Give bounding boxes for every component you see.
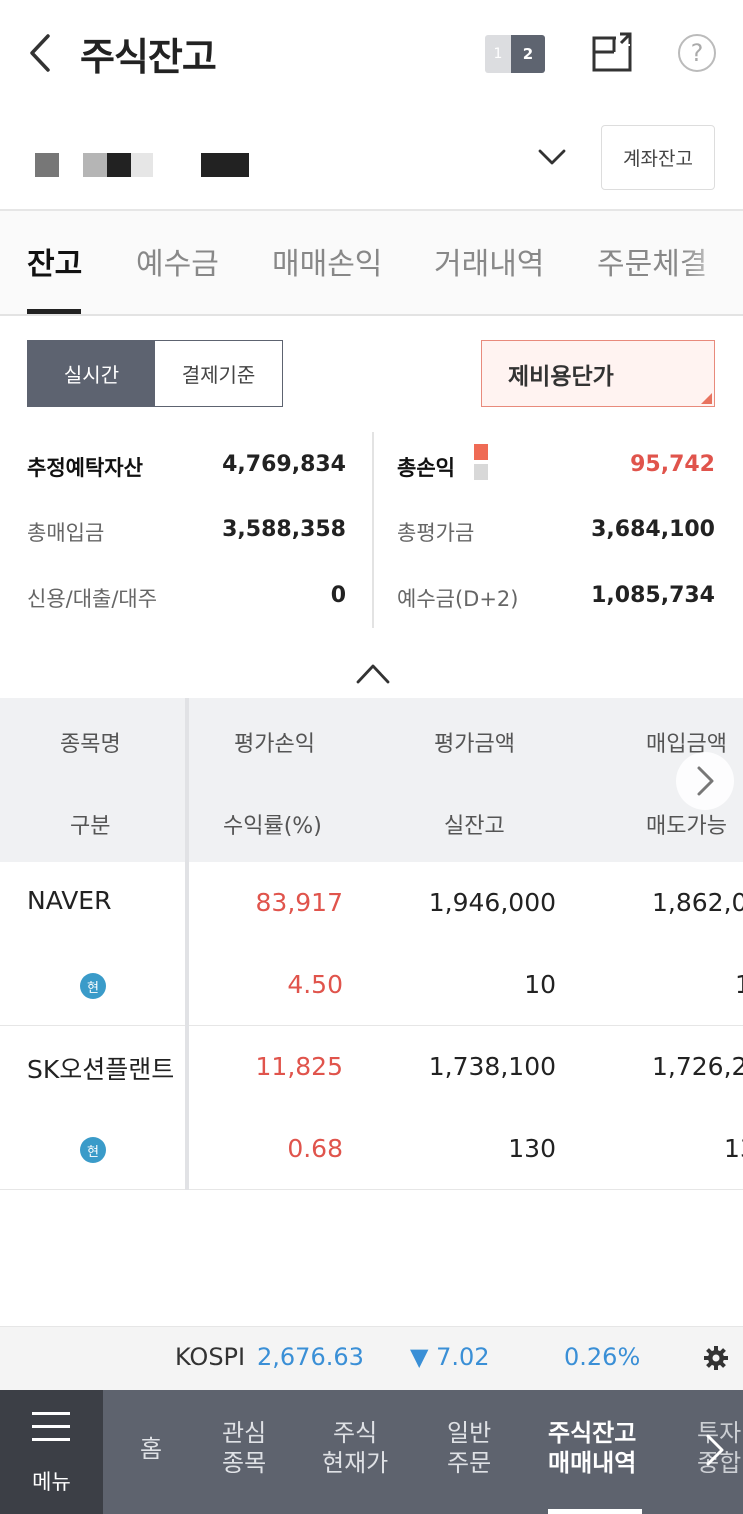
gear-icon[interactable] — [703, 1345, 729, 1371]
masked-account-number — [35, 153, 265, 179]
chevron-up-icon[interactable] — [355, 660, 391, 686]
corner-triangle-icon — [701, 393, 712, 404]
col-header-sellable: 매도가능 — [646, 814, 727, 839]
price-basis-label: 제비용단가 — [508, 363, 614, 390]
qty-value: 130 — [508, 1134, 556, 1163]
menu-button[interactable]: 메뉴 — [0, 1390, 103, 1514]
bottom-navigation: 메뉴 홈 관심 종목 주식 현재가 일반 주문 주식잔고 매매내역 투자 종합 — [0, 1390, 743, 1514]
credit-label: 신용/대출/대주 — [27, 587, 158, 611]
tab-bar: 잔고 예수금 매매손익 거래내역 주문체결 — [0, 211, 743, 316]
table-row[interactable]: NAVER 현 83,917 4.50 1,946,000 10 — [0, 862, 743, 1026]
tab-transactions[interactable]: 거래내역 — [434, 239, 544, 283]
col-header-qty: 실잔고 — [444, 814, 505, 839]
eval-pl-value: 83,917 — [255, 888, 343, 917]
screen-2-option[interactable]: 2 — [511, 35, 545, 73]
pl-indicator-icon — [474, 444, 488, 480]
deposit-d2-label: 예수금(D+2) — [397, 587, 519, 611]
total-pl-value: 95,742 — [630, 452, 715, 477]
chevron-right-icon — [697, 766, 714, 796]
total-eval-value: 3,684,100 — [591, 517, 715, 542]
index-name: KOSPI — [175, 1343, 246, 1371]
est-assets-value: 4,769,834 — [222, 452, 346, 477]
nav-scroll-right-icon[interactable] — [700, 1430, 730, 1470]
holdings-table-header: 종목명 평가손익 평가금액 매입금액 구분 수익률(%) 실잔고 매도가능 — [0, 698, 743, 862]
active-tab-indicator — [27, 309, 81, 314]
return-pct-value: 4.50 — [287, 970, 343, 999]
col-header-return: 수익률(%) — [223, 814, 322, 839]
tab-deposit[interactable]: 예수금 — [136, 239, 219, 283]
credit-value: 0 — [330, 583, 346, 608]
est-assets-label: 추정예탁자산 — [27, 456, 143, 480]
price-basis-selector[interactable]: 제비용단가 — [481, 340, 715, 407]
help-icon[interactable]: ? — [678, 34, 716, 72]
balance-summary: 추정예탁자산 4,769,834 총매입금 3,588,358 신용/대출/대주… — [0, 430, 743, 630]
tab-balance[interactable]: 잔고 — [27, 239, 82, 283]
total-pl-label: 총손익 — [397, 456, 455, 480]
deposit-d2-value: 1,085,734 — [591, 583, 715, 608]
eval-amount-value: 1,738,100 — [428, 1052, 556, 1081]
back-arrow-icon[interactable] — [24, 30, 58, 76]
col-header-eval-amount: 평가금액 — [434, 732, 515, 757]
col-header-eval-pl: 평가손익 — [234, 732, 315, 757]
expand-window-icon[interactable] — [590, 30, 634, 74]
nav-home[interactable]: 홈 — [140, 1434, 162, 1464]
frozen-column-divider — [185, 698, 189, 1190]
nav-stock-price[interactable]: 주식 현재가 — [322, 1418, 388, 1478]
summary-divider — [372, 432, 374, 628]
chevron-down-icon[interactable] — [536, 145, 568, 169]
account-selector[interactable]: 계좌잔고 — [0, 105, 743, 211]
stock-name: NAVER — [27, 886, 112, 915]
nav-general-order[interactable]: 일반 주문 — [447, 1418, 491, 1478]
tab-trade-pl[interactable]: 매매손익 — [272, 239, 382, 283]
index-change: ▼ 7.02 — [410, 1343, 490, 1371]
eval-pl-value: 11,825 — [255, 1052, 343, 1081]
buy-total-value: 3,588,358 — [222, 517, 346, 542]
eval-amount-value: 1,946,000 — [428, 888, 556, 917]
screen-1-option[interactable]: 1 — [485, 35, 511, 73]
cash-badge: 현 — [80, 1137, 106, 1163]
account-balance-button[interactable]: 계좌잔고 — [601, 125, 715, 190]
table-row[interactable]: SK오션플랜트 현 11,825 0.68 1,738,100 130 — [0, 1026, 743, 1190]
total-eval-label: 총평가금 — [397, 521, 475, 545]
return-pct-value: 0.68 — [287, 1134, 343, 1163]
screen-split-toggle[interactable]: 1 2 — [485, 35, 545, 73]
col-header-name: 종목명 — [60, 732, 121, 757]
buy-total-label: 총매입금 — [27, 521, 105, 545]
index-change-pct: 0.26% — [564, 1343, 641, 1371]
active-nav-indicator — [548, 1509, 642, 1514]
page-title: 주식잔고 — [80, 35, 217, 79]
menu-label: 메뉴 — [32, 1470, 71, 1494]
index-value: 2,676.63 — [257, 1343, 364, 1371]
nav-balance-history[interactable]: 주식잔고 매매내역 — [548, 1418, 636, 1478]
hamburger-icon — [32, 1412, 70, 1451]
settlement-option[interactable]: 결제기준 — [155, 341, 282, 406]
tab-fade — [683, 211, 743, 311]
realtime-option[interactable]: 실시간 — [28, 341, 155, 406]
nav-watchlist[interactable]: 관심 종목 — [222, 1418, 266, 1478]
stock-name: SK오션플랜트 — [27, 1055, 175, 1084]
col-header-type: 구분 — [70, 814, 111, 839]
scroll-right-button[interactable] — [676, 752, 734, 810]
app-header: 주식잔고 1 2 ? — [0, 0, 743, 105]
basis-segment-control: 실시간 결제기준 — [27, 340, 283, 407]
qty-value: 10 — [524, 970, 556, 999]
market-index-ticker[interactable]: KOSPI 2,676.63 ▼ 7.02 0.26% — [0, 1326, 743, 1390]
cash-badge: 현 — [80, 973, 106, 999]
